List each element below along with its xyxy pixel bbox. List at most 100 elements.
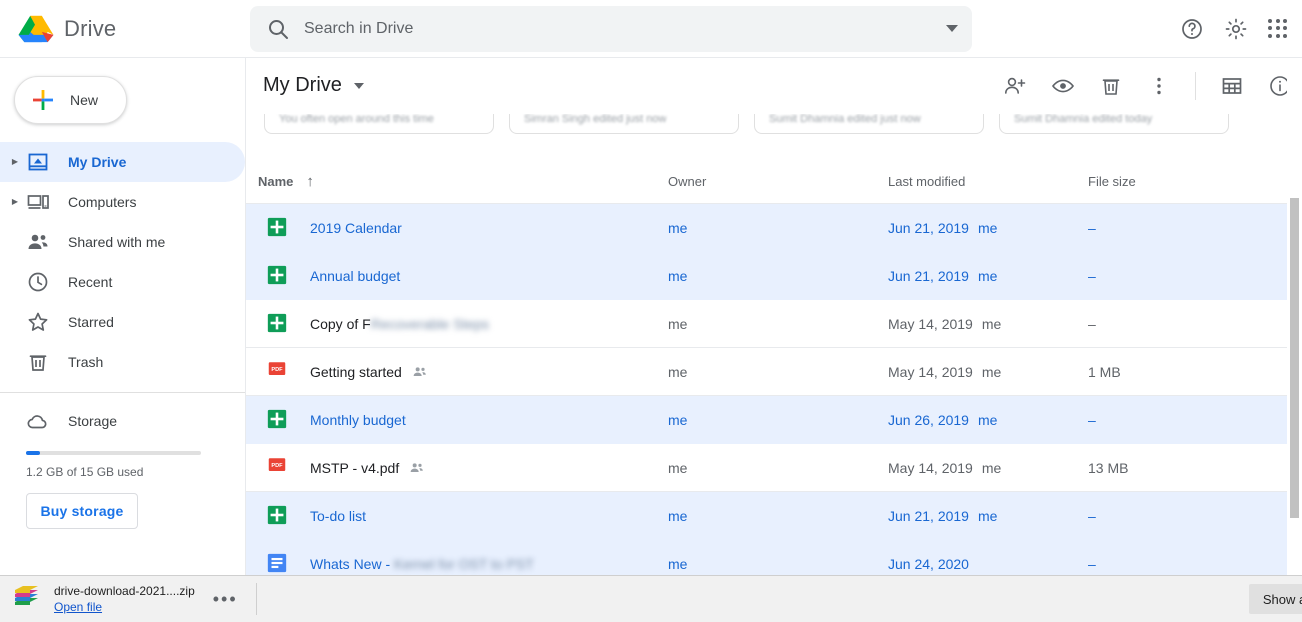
file-modified-cell: Jun 21, 2019 me xyxy=(888,267,998,284)
download-item-menu-icon[interactable]: ••• xyxy=(213,590,238,608)
file-name-cell: To-do list xyxy=(258,504,668,528)
column-headers: Name ↑ Owner Last modified File size xyxy=(246,160,1302,204)
my-drive-icon xyxy=(26,150,50,174)
sidebar-item-computers[interactable]: ▶ Computers xyxy=(0,182,245,222)
search-box[interactable] xyxy=(250,5,972,52)
file-size-cell: – xyxy=(1088,267,1096,284)
quick-access-card-text: Simran Singh edited just now xyxy=(524,114,667,125)
file-name[interactable]: Copy of FRecoverable Steps xyxy=(310,316,489,332)
file-size-cell: – xyxy=(1088,507,1096,524)
sidebar-item-label: Recent xyxy=(68,274,113,290)
file-modified-by: me xyxy=(981,363,1002,380)
sheets-icon xyxy=(266,504,290,528)
sort-ascending-icon[interactable]: ↑ xyxy=(306,173,314,190)
brand-area[interactable]: Drive xyxy=(0,13,250,45)
quick-access-card[interactable]: You often open around this time xyxy=(264,114,494,134)
storage-label: Storage xyxy=(68,413,118,429)
more-vert-icon[interactable] xyxy=(1147,74,1171,98)
trash-icon[interactable] xyxy=(1099,74,1123,98)
download-bar: drive-download-2021....zip Open file •••… xyxy=(0,575,1302,622)
search-input[interactable] xyxy=(304,19,936,38)
expand-arrow-icon[interactable]: ▶ xyxy=(8,198,22,206)
show-all-downloads-button[interactable]: Show all xyxy=(1248,584,1302,614)
file-name-cell: Annual budget xyxy=(258,264,668,288)
grid-view-icon[interactable] xyxy=(1220,74,1244,98)
main-toolbar: My Drive xyxy=(246,58,1302,114)
sheets-icon xyxy=(266,264,290,288)
sidebar-item-trash[interactable]: Trash xyxy=(0,342,245,382)
sheets-icon xyxy=(266,312,290,336)
scrollbar-thumb[interactable] xyxy=(1290,198,1299,518)
file-size-cell: – xyxy=(1088,411,1096,428)
column-header-name[interactable]: Name ↑ xyxy=(258,173,668,190)
search-area xyxy=(250,5,972,52)
table-row[interactable]: To-do list me Jun 21, 2019 me – xyxy=(246,492,1302,540)
sidebar-item-storage[interactable]: Storage xyxy=(0,401,245,441)
gear-icon[interactable] xyxy=(1224,17,1248,41)
open-file-link[interactable]: Open file xyxy=(54,599,195,615)
drive-logo-icon xyxy=(18,13,54,45)
sidebar-item-label: My Drive xyxy=(68,154,127,170)
star-icon xyxy=(26,310,50,334)
column-header-file-size[interactable]: File size xyxy=(1088,174,1228,189)
sidebar-item-shared-with-me[interactable]: Shared with me xyxy=(0,222,245,262)
add-person-icon[interactable] xyxy=(1003,74,1027,98)
help-icon[interactable] xyxy=(1180,17,1204,41)
file-modified-cell: Jun 21, 2019 me xyxy=(888,219,998,236)
table-row[interactable]: Whats New - Kernel for OST to PST me Jun 2… xyxy=(246,540,1302,575)
file-name[interactable]: Monthly budget xyxy=(310,412,406,428)
file-size-cell: – xyxy=(1088,219,1096,236)
file-list-area: You often open around this time Simran S… xyxy=(246,114,1302,575)
breadcrumb-chevron-down-icon[interactable] xyxy=(353,82,364,89)
quick-access-card[interactable]: Simran Singh edited just now xyxy=(509,114,739,134)
table-row[interactable]: PDF Getting started me May 14, 2019 me 1 MB xyxy=(246,348,1302,396)
file-name[interactable]: Annual budget xyxy=(310,268,400,284)
table-row[interactable]: Copy of FRecoverable Steps me May 14, 2019… xyxy=(246,300,1302,348)
vertical-scrollbar[interactable] xyxy=(1287,58,1302,575)
sidebar-item-my-drive[interactable]: ▶ My Drive xyxy=(0,142,245,182)
quick-access-card[interactable]: Sumit Dhamnia edited today xyxy=(999,114,1229,134)
sidebar: New ▶ My Drive ▶ Computers Shared with m… xyxy=(0,58,245,575)
table-row[interactable]: Monthly budget me Jun 26, 2019 me – xyxy=(246,396,1302,444)
zip-archive-icon xyxy=(12,585,40,613)
file-modified-cell: Jun 21, 2019 me xyxy=(888,507,998,524)
file-modified-cell: Jun 24, 2020 xyxy=(888,555,969,572)
column-header-last-modified[interactable]: Last modified xyxy=(888,174,1088,189)
sidebar-item-starred[interactable]: Starred xyxy=(0,302,245,342)
download-item-text: drive-download-2021....zip Open file xyxy=(54,583,195,615)
file-owner-cell: me xyxy=(668,363,688,380)
sheets-icon xyxy=(266,216,290,240)
quick-access-card[interactable]: Sumit Dhamnia edited just now xyxy=(754,114,984,134)
file-name[interactable]: MSTP - v4.pdf xyxy=(310,460,399,476)
column-header-owner[interactable]: Owner xyxy=(668,174,888,189)
table-row[interactable]: PDF MSTP - v4.pdf me May 14, 2019 me 13 MB xyxy=(246,444,1302,492)
file-name-cell: Copy of FRecoverable Steps xyxy=(258,312,668,336)
file-owner-cell: me xyxy=(668,507,688,524)
svg-text:PDF: PDF xyxy=(271,367,283,373)
file-name[interactable]: Getting started xyxy=(310,364,402,380)
file-modified-cell: May 14, 2019 me xyxy=(888,315,1002,332)
column-header-name-label: Name xyxy=(258,174,294,189)
apps-grid-icon[interactable] xyxy=(1268,18,1288,39)
expand-arrow-icon[interactable]: ▶ xyxy=(8,158,22,166)
file-name[interactable]: Whats New - Kernel for OST to PST xyxy=(310,556,534,572)
eye-icon[interactable] xyxy=(1051,74,1075,98)
table-row[interactable]: 2019 Calendar me Jun 21, 2019 me – xyxy=(246,204,1302,252)
file-owner-cell: me xyxy=(668,459,688,476)
file-name[interactable]: To-do list xyxy=(310,508,366,524)
file-modified-by: me xyxy=(977,219,998,236)
buy-storage-button[interactable]: Buy storage xyxy=(26,493,138,529)
file-owner-cell: me xyxy=(668,555,688,572)
file-modified-by: me xyxy=(981,315,1002,332)
sidebar-item-recent[interactable]: Recent xyxy=(0,262,245,302)
file-name[interactable]: 2019 Calendar xyxy=(310,220,402,236)
sidebar-divider xyxy=(0,392,245,393)
file-modified-by: me xyxy=(977,267,998,284)
toolbar-divider xyxy=(1195,71,1196,100)
breadcrumb[interactable]: My Drive xyxy=(263,74,342,97)
quick-access-cards: You often open around this time Simran S… xyxy=(246,114,1302,136)
table-row[interactable]: Annual budget me Jun 21, 2019 me – xyxy=(246,252,1302,300)
file-modified-by: me xyxy=(977,411,998,428)
new-button[interactable]: New xyxy=(14,76,127,124)
chevron-down-icon[interactable] xyxy=(946,25,958,32)
